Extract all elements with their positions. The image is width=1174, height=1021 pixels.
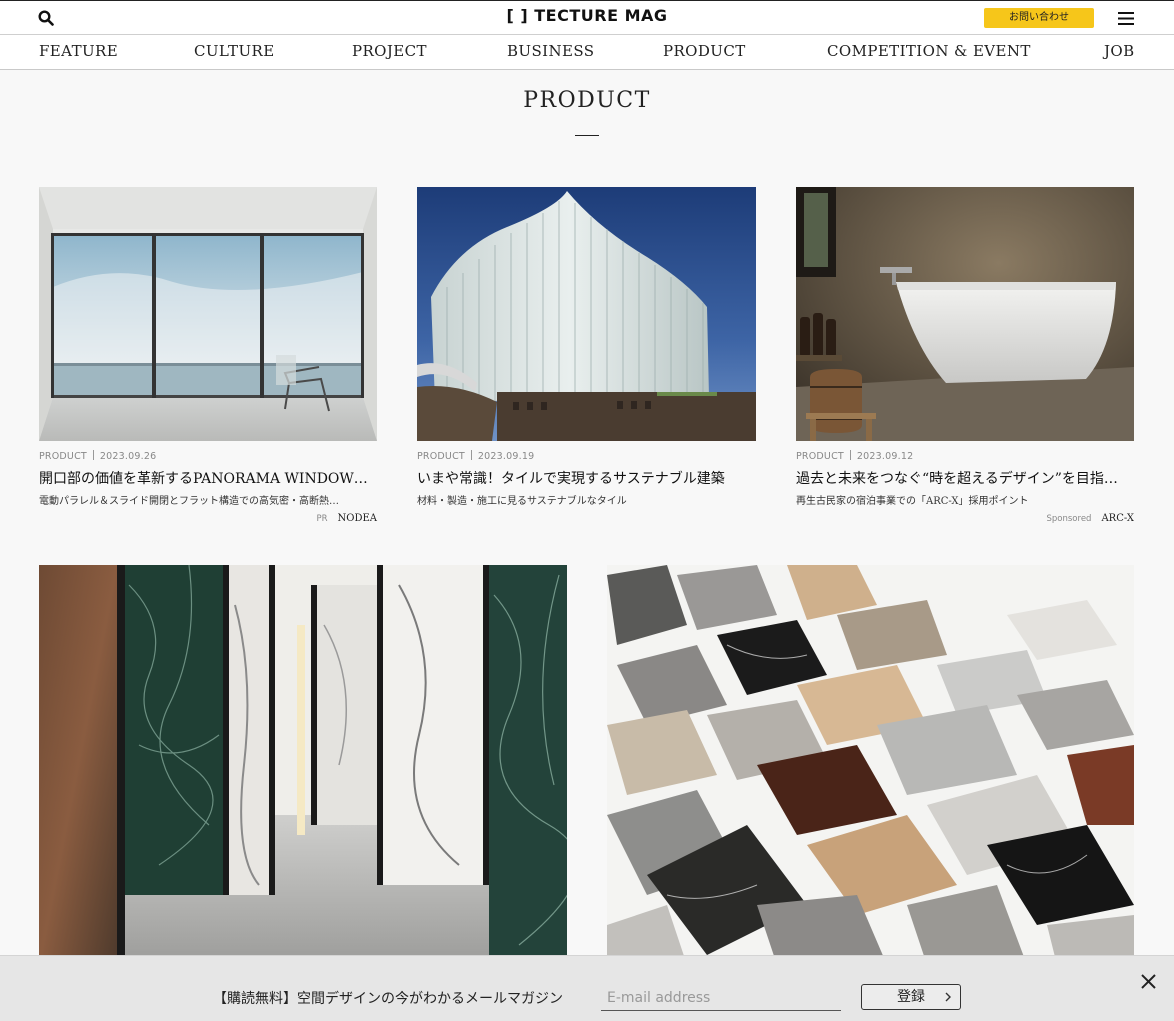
hamburger-menu-icon[interactable] [1118,12,1134,25]
article-date: 2023.09.12 [856,451,914,462]
category-nav: FEATURE CULTURE PROJECT BUSINESS PRODUCT… [0,35,1174,70]
article-category[interactable]: PRODUCT [796,451,844,462]
article-image-tile-samples[interactable] [607,565,1134,965]
article-card-sustainable-tile[interactable]: PRODUCT 2023.09.19 いまや常識！タイルで実現するサステナブル建築… [417,187,756,507]
newsletter-bar: 【購読無料】空間デザインの今がわかるメールマガジン 登録 [0,955,1174,1021]
article-sponsor: PR NODEA [39,513,377,524]
newsletter-text: 【購読無料】空間デザインの今がわかるメールマガジン [213,991,563,1007]
article-meta: PRODUCT 2023.09.26 [39,450,377,462]
sponsor-tag: PR [316,514,328,524]
page-title: PRODUCT [523,88,651,113]
article-subtitle: 材料・製造・施工に見るサステナブルなタイル [417,496,627,507]
meta-separator [470,450,472,460]
meta-separator [92,450,94,460]
article-category[interactable]: PRODUCT [39,451,87,462]
nav-item-job[interactable]: JOB [1104,42,1135,60]
subscribe-button-label: 登録 [897,989,925,1005]
article-image-arc-x[interactable] [796,187,1134,441]
email-input[interactable] [601,985,841,1011]
nav-item-product[interactable]: PRODUCT [663,42,746,60]
sponsor-name: ARC-X [1101,513,1134,524]
article-title[interactable]: 開口部の価値を革新するPANORAMA WINDOW… [39,468,377,488]
contact-button[interactable]: お問い合わせ [984,8,1094,28]
article-sponsor: Sponsored ARC-X [796,513,1135,524]
nav-item-business[interactable]: BUSINESS [507,42,594,60]
chevron-right-icon [945,992,951,1002]
article-image-sustainable-tile[interactable] [417,187,756,441]
article-image-panorama-window[interactable] [39,187,377,441]
article-image-stone-panels[interactable] [39,565,567,965]
search-icon[interactable] [38,10,54,26]
article-title[interactable]: 過去と未来をつなぐ“時を超えるデザイン”を目指… [796,468,1134,488]
top-bar: [ ] TECTURE MAG お問い合わせ [0,0,1174,35]
article-card-panorama-window[interactable]: PRODUCT 2023.09.26 開口部の価値を革新するPANORAMA WI… [39,187,377,524]
sponsor-name: NODEA [337,513,378,524]
nav-item-feature[interactable]: FEATURE [39,42,118,60]
nav-item-project[interactable]: PROJECT [352,42,427,60]
article-meta: PRODUCT 2023.09.12 [796,450,1134,462]
close-icon[interactable] [1140,973,1157,990]
sponsor-tag: Sponsored [1046,514,1092,524]
article-date: 2023.09.26 [99,451,157,462]
article-title[interactable]: いまや常識！タイルで実現するサステナブル建築 [417,468,756,488]
site-logo-link[interactable]: [ ] TECTURE MAG [506,6,667,25]
nav-item-competition-event[interactable]: COMPETITION & EVENT [827,42,1031,60]
article-category[interactable]: PRODUCT [417,451,465,462]
meta-separator [849,450,851,460]
article-subtitle: 再生古民家の宿泊事業での「ARC-X」採用ポイント [796,496,1029,507]
article-date: 2023.09.19 [477,451,535,462]
article-subtitle: 電動パラレル＆スライド開閉とフラット構造での高気密・高断熱… [39,496,339,507]
article-card-arc-x[interactable]: PRODUCT 2023.09.12 過去と未来をつなぐ“時を超えるデザイン”を目… [796,187,1134,524]
subscribe-button[interactable]: 登録 [861,984,961,1010]
nav-item-culture[interactable]: CULTURE [194,42,275,60]
title-divider [575,135,599,136]
article-meta: PRODUCT 2023.09.19 [417,450,756,462]
